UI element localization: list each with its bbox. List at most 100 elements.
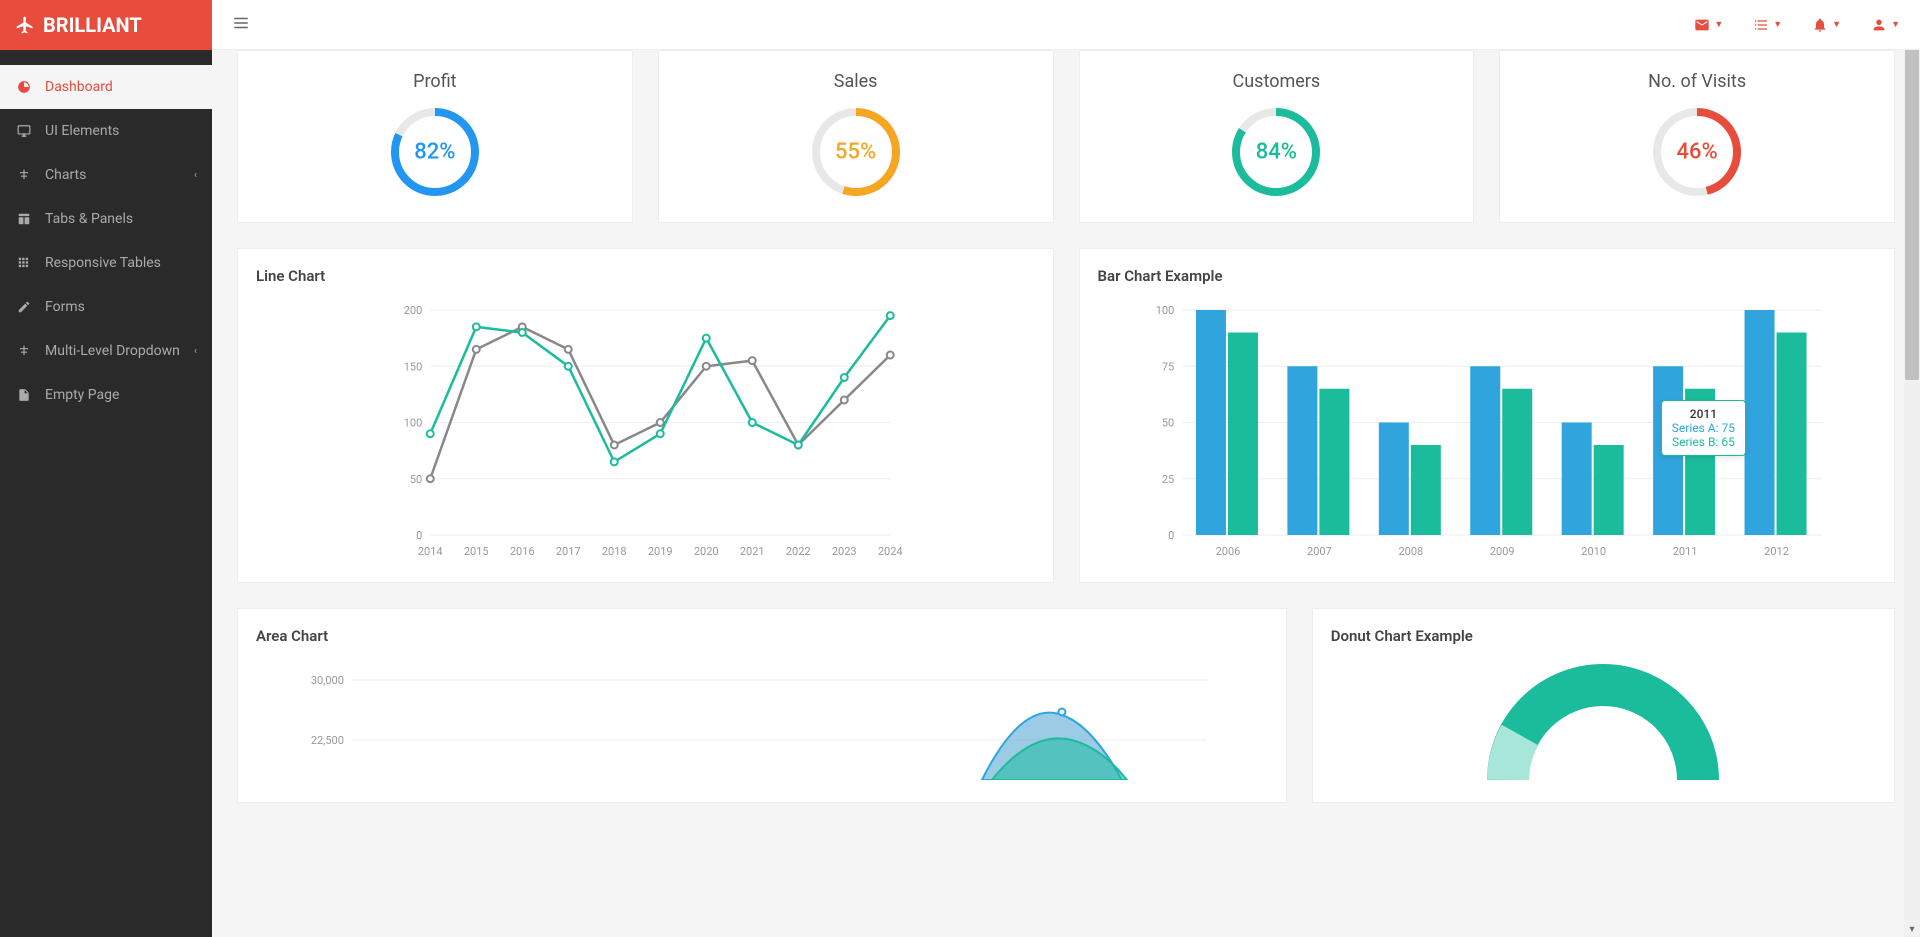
sidebar-item-label: Charts bbox=[45, 167, 86, 183]
sidebar-item-ui-elements[interactable]: UI Elements bbox=[0, 109, 212, 153]
sidebar-item-label: UI Elements bbox=[45, 123, 119, 139]
sidebar-item-tabs-panels[interactable]: Tabs & Panels bbox=[0, 197, 212, 241]
svg-text:2011: 2011 bbox=[1672, 545, 1697, 558]
plane-icon bbox=[15, 15, 35, 35]
stat-title: Profit bbox=[258, 71, 612, 92]
svg-text:22,500: 22,500 bbox=[311, 734, 344, 747]
svg-text:2017: 2017 bbox=[556, 545, 581, 558]
sidebar-item-label: Empty Page bbox=[45, 387, 119, 403]
line-chart[interactable]: 0501001502002014201520162017201820192020… bbox=[256, 300, 1035, 564]
svg-text:2008: 2008 bbox=[1398, 545, 1423, 558]
gauge-label: 55% bbox=[835, 140, 876, 165]
stat-card-customers: Customers 84% bbox=[1079, 50, 1475, 223]
svg-text:100: 100 bbox=[1155, 304, 1174, 317]
bell-icon bbox=[1812, 17, 1828, 33]
donut-chart[interactable] bbox=[1331, 660, 1876, 780]
svg-text:2009: 2009 bbox=[1489, 545, 1514, 558]
sidebar: BRILLIANT Dashboard UI Elements Charts ‹ Tab… bbox=[0, 0, 212, 937]
sidebar-item-empty-page[interactable]: Empty Page bbox=[0, 373, 212, 417]
scroll-down-arrow[interactable]: ▾ bbox=[1904, 921, 1920, 937]
stat-title: Customers bbox=[1100, 71, 1454, 92]
tasks-dropdown[interactable]: ▼ bbox=[1753, 17, 1782, 33]
sidebar-item-label: Multi-Level Dropdown bbox=[45, 343, 180, 359]
hamburger-toggle[interactable] bbox=[232, 14, 250, 36]
svg-text:0: 0 bbox=[416, 529, 422, 542]
stat-card-no-of-visits: No. of Visits 46% bbox=[1499, 50, 1895, 223]
sidebar-item-responsive-tables[interactable]: Responsive Tables bbox=[0, 241, 212, 285]
chevron-left-icon: ‹ bbox=[194, 346, 197, 357]
gauge-label: 82% bbox=[414, 140, 455, 165]
svg-text:2007: 2007 bbox=[1307, 545, 1332, 558]
donut-chart-panel: Donut Chart Example bbox=[1312, 608, 1895, 803]
svg-text:2015: 2015 bbox=[464, 545, 489, 558]
stat-card-profit: Profit 82% bbox=[237, 50, 633, 223]
main-content: Profit 82% Sales 55% Customers 84% No. o… bbox=[212, 0, 1920, 828]
panel-title: Donut Chart Example bbox=[1331, 627, 1876, 645]
svg-text:2020: 2020 bbox=[694, 545, 719, 558]
caret-down-icon: ▼ bbox=[1832, 19, 1841, 30]
sidebar-item-charts[interactable]: Charts ‹ bbox=[0, 153, 212, 197]
svg-text:0: 0 bbox=[1168, 529, 1174, 542]
scrollbar-thumb[interactable] bbox=[1905, 30, 1919, 380]
topbar: ▼ ▼ ▼ ▼ bbox=[212, 0, 1920, 50]
svg-text:2022: 2022 bbox=[786, 545, 811, 558]
bars-icon bbox=[232, 14, 250, 32]
panel-title: Area Chart bbox=[256, 627, 1268, 645]
caret-down-icon: ▼ bbox=[1714, 19, 1723, 30]
stat-title: No. of Visits bbox=[1520, 71, 1874, 92]
area-chart[interactable]: 30,000 22,500 bbox=[256, 660, 1268, 784]
dashboard-icon bbox=[15, 80, 33, 94]
svg-text:50: 50 bbox=[1161, 417, 1173, 430]
svg-text:2010: 2010 bbox=[1581, 545, 1606, 558]
sitemap-icon bbox=[15, 168, 33, 182]
svg-text:2021: 2021 bbox=[740, 545, 765, 558]
bar-chart-panel: Bar Chart Example 0255075100200620072008… bbox=[1079, 248, 1896, 583]
gauge: 84% bbox=[1231, 107, 1321, 197]
edit-icon bbox=[15, 300, 33, 314]
sidebar-item-label: Dashboard bbox=[45, 79, 113, 95]
area-chart-panel: Area Chart 30,000 22,500 bbox=[237, 608, 1287, 803]
svg-text:2023: 2023 bbox=[832, 545, 857, 558]
gauge: 82% bbox=[390, 107, 480, 197]
user-dropdown[interactable]: ▼ bbox=[1871, 17, 1900, 33]
panel-title: Bar Chart Example bbox=[1098, 267, 1877, 285]
sidebar-item-dashboard[interactable]: Dashboard bbox=[0, 65, 212, 109]
brand-logo[interactable]: BRILLIANT bbox=[0, 0, 212, 50]
grid-icon bbox=[15, 256, 33, 270]
sidebar-item-multi-level-dropdown[interactable]: Multi-Level Dropdown ‹ bbox=[0, 329, 212, 373]
tooltip-series-b: Series B: 65 bbox=[1672, 435, 1735, 449]
svg-text:2014: 2014 bbox=[418, 545, 443, 558]
sidebar-item-label: Responsive Tables bbox=[45, 255, 161, 271]
scrollbar[interactable]: ▴ ▾ bbox=[1904, 0, 1920, 937]
svg-text:50: 50 bbox=[410, 473, 422, 486]
brand-text: BRILLIANT bbox=[43, 13, 142, 37]
sidebar-item-forms[interactable]: Forms bbox=[0, 285, 212, 329]
desktop-icon bbox=[15, 124, 33, 138]
gauge: 55% bbox=[811, 107, 901, 197]
svg-text:2018: 2018 bbox=[602, 545, 627, 558]
svg-text:100: 100 bbox=[404, 417, 423, 430]
sidebar-item-label: Forms bbox=[45, 299, 85, 315]
svg-text:2024: 2024 bbox=[878, 545, 903, 558]
stats-row: Profit 82% Sales 55% Customers 84% No. o… bbox=[237, 50, 1895, 223]
panel-title: Line Chart bbox=[256, 267, 1035, 285]
svg-text:30,000: 30,000 bbox=[311, 674, 344, 687]
caret-down-icon: ▼ bbox=[1773, 19, 1782, 30]
line-chart-panel: Line Chart 05010015020020142015201620172… bbox=[237, 248, 1054, 583]
chevron-left-icon: ‹ bbox=[194, 170, 197, 181]
svg-text:25: 25 bbox=[1161, 473, 1173, 486]
messages-dropdown[interactable]: ▼ bbox=[1694, 17, 1723, 33]
svg-text:150: 150 bbox=[404, 360, 423, 373]
envelope-icon bbox=[1694, 17, 1710, 33]
tooltip-series-a: Series A: 75 bbox=[1672, 421, 1735, 435]
caret-down-icon: ▼ bbox=[1891, 19, 1900, 30]
file-icon bbox=[15, 388, 33, 402]
svg-text:2012: 2012 bbox=[1764, 545, 1789, 558]
list-icon bbox=[1753, 17, 1769, 33]
svg-text:2019: 2019 bbox=[648, 545, 673, 558]
stat-card-sales: Sales 55% bbox=[658, 50, 1054, 223]
bar-chart[interactable]: 02550751002006200720082009201020112012 2… bbox=[1098, 300, 1877, 564]
alerts-dropdown[interactable]: ▼ bbox=[1812, 17, 1841, 33]
sidebar-item-label: Tabs & Panels bbox=[45, 211, 133, 227]
table-icon bbox=[15, 212, 33, 226]
